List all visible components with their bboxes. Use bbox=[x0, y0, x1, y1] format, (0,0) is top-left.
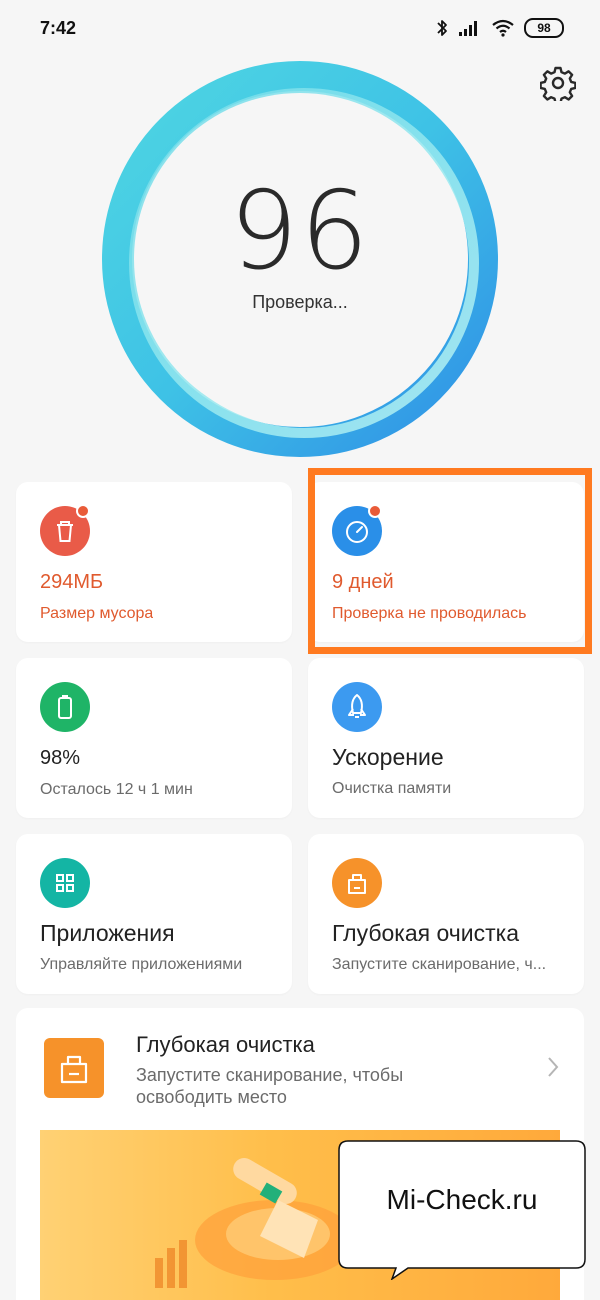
chevron-right-icon bbox=[548, 1057, 559, 1077]
deep-clean-promo-description: Запустите сканирование, чтобы освободить… bbox=[136, 1065, 404, 1107]
rocket-icon bbox=[332, 682, 382, 732]
broom-bag-icon bbox=[332, 858, 382, 908]
battery-percent: 98% bbox=[40, 747, 81, 769]
broom-bag-icon bbox=[44, 1038, 104, 1098]
apps-subtitle: Управляйте приложениями bbox=[40, 956, 243, 973]
health-score: 96 bbox=[229, 169, 371, 294]
apps-card[interactable]: Приложения Управляйте приложениями bbox=[16, 834, 292, 994]
scan-status-text: Проверка... bbox=[252, 292, 348, 312]
apps-title: Приложения bbox=[40, 920, 175, 946]
status-bar: 7:42 98 bbox=[0, 0, 600, 58]
boost-title: Ускорение bbox=[332, 744, 444, 770]
boost-subtitle: Очистка памяти bbox=[332, 780, 452, 797]
settings-button[interactable] bbox=[539, 65, 577, 104]
boost-card[interactable]: Ускорение Очистка памяти bbox=[308, 658, 584, 818]
notification-dot bbox=[76, 504, 90, 518]
junk-size-card[interactable]: 294МБ Размер мусора bbox=[16, 482, 292, 642]
battery-time-left: Осталось 12 ч 1 мин bbox=[40, 781, 193, 798]
status-time: 7:42 bbox=[40, 18, 77, 38]
bluetooth-icon bbox=[437, 20, 447, 36]
last-scan-label: Проверка не проводилась bbox=[332, 605, 527, 622]
score-ring[interactable]: 96 Проверка... bbox=[101, 60, 499, 458]
deep-clean-title: Глубокая очистка bbox=[332, 920, 520, 946]
battery-level-badge: 98 bbox=[524, 18, 564, 38]
wifi-icon bbox=[492, 19, 514, 37]
notification-dot bbox=[368, 504, 382, 518]
gear-icon bbox=[539, 66, 577, 104]
apps-grid-icon bbox=[40, 858, 90, 908]
watermark-text: Mi-Check.ru bbox=[386, 1184, 538, 1215]
junk-size-label: Размер мусора bbox=[40, 605, 154, 622]
junk-size-value: 294МБ bbox=[40, 571, 104, 593]
signal-icon bbox=[459, 21, 477, 36]
battery-card[interactable]: 98% Осталось 12 ч 1 мин bbox=[16, 658, 292, 818]
status-icons: 98 bbox=[436, 18, 564, 38]
battery-icon bbox=[40, 682, 90, 732]
deep-clean-card-small[interactable]: Глубокая очистка Запустите сканирование,… bbox=[308, 834, 584, 994]
watermark-callout: Mi-Check.ru bbox=[338, 1140, 586, 1280]
last-scan-value: 9 дней bbox=[332, 571, 394, 593]
security-scan-card[interactable]: 9 дней Проверка не проводилась bbox=[308, 482, 584, 642]
deep-clean-subtitle: Запустите сканирование, ч... bbox=[332, 956, 547, 973]
deep-clean-promo-title: Глубокая очистка bbox=[136, 1032, 315, 1057]
